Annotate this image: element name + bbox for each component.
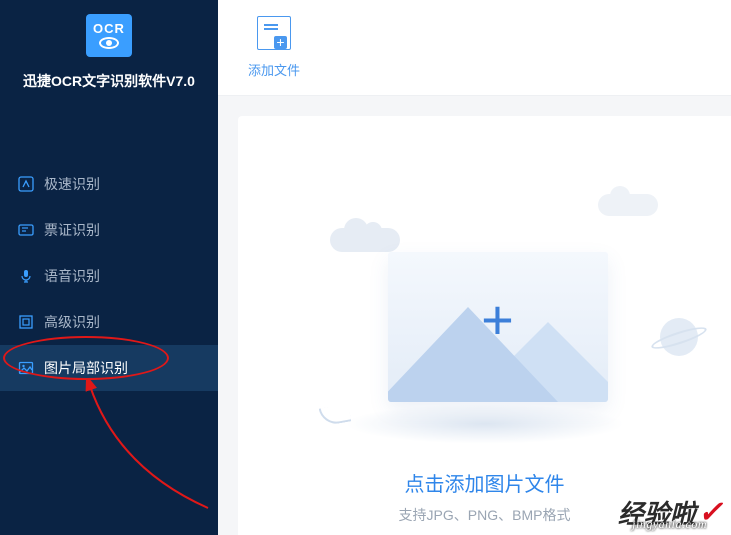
sidebar-item-label: 极速识别 [44,174,100,194]
add-file-button[interactable]: 添加文件 [248,16,300,79]
add-file-label: 添加文件 [248,60,300,79]
app-logo-icon: OCR [86,14,132,57]
sidebar-item-speed[interactable]: 极速识别 [0,161,218,207]
sidebar-item-advanced[interactable]: 高级识别 [0,299,218,345]
sidebar: OCR 迅捷OCR文字识别软件V7.0 极速识别 票证识别 [0,0,218,535]
sidebar-item-label: 语音识别 [44,266,100,286]
sidebar-item-image-region[interactable]: 图片局部识别 [0,345,218,391]
drop-zone[interactable]: + 点击添加图片文件 支持JPG、PNG、BMP格式 [238,198,731,525]
drop-subtitle: 支持JPG、PNG、BMP格式 [238,505,731,525]
image-icon [18,360,34,376]
app-title: 迅捷OCR文字识别软件V7.0 [0,71,218,91]
mic-icon [18,268,34,284]
sidebar-menu: 极速识别 票证识别 语音识别 高级识别 [0,161,218,391]
advanced-icon [18,314,34,330]
sidebar-item-label: 高级识别 [44,312,100,332]
sidebar-item-label: 图片局部识别 [44,358,128,378]
content-panel: + 点击添加图片文件 支持JPG、PNG、BMP格式 [238,116,731,535]
speed-icon [18,176,34,192]
sidebar-item-voice[interactable]: 语音识别 [0,253,218,299]
main-panel: 添加文件 + 点击添加图片文件 支持JPG、PNG、B [218,0,731,535]
toolbar: 添加文件 [218,0,731,96]
sidebar-item-ticket[interactable]: 票证识别 [0,207,218,253]
brand: OCR 迅捷OCR文字识别软件V7.0 [0,0,218,99]
add-file-icon [257,16,291,50]
drop-illustration: + [300,198,670,438]
ticket-icon [18,222,34,238]
sidebar-item-label: 票证识别 [44,220,100,240]
drop-title: 点击添加图片文件 [238,468,731,497]
plus-icon: + [481,292,514,348]
